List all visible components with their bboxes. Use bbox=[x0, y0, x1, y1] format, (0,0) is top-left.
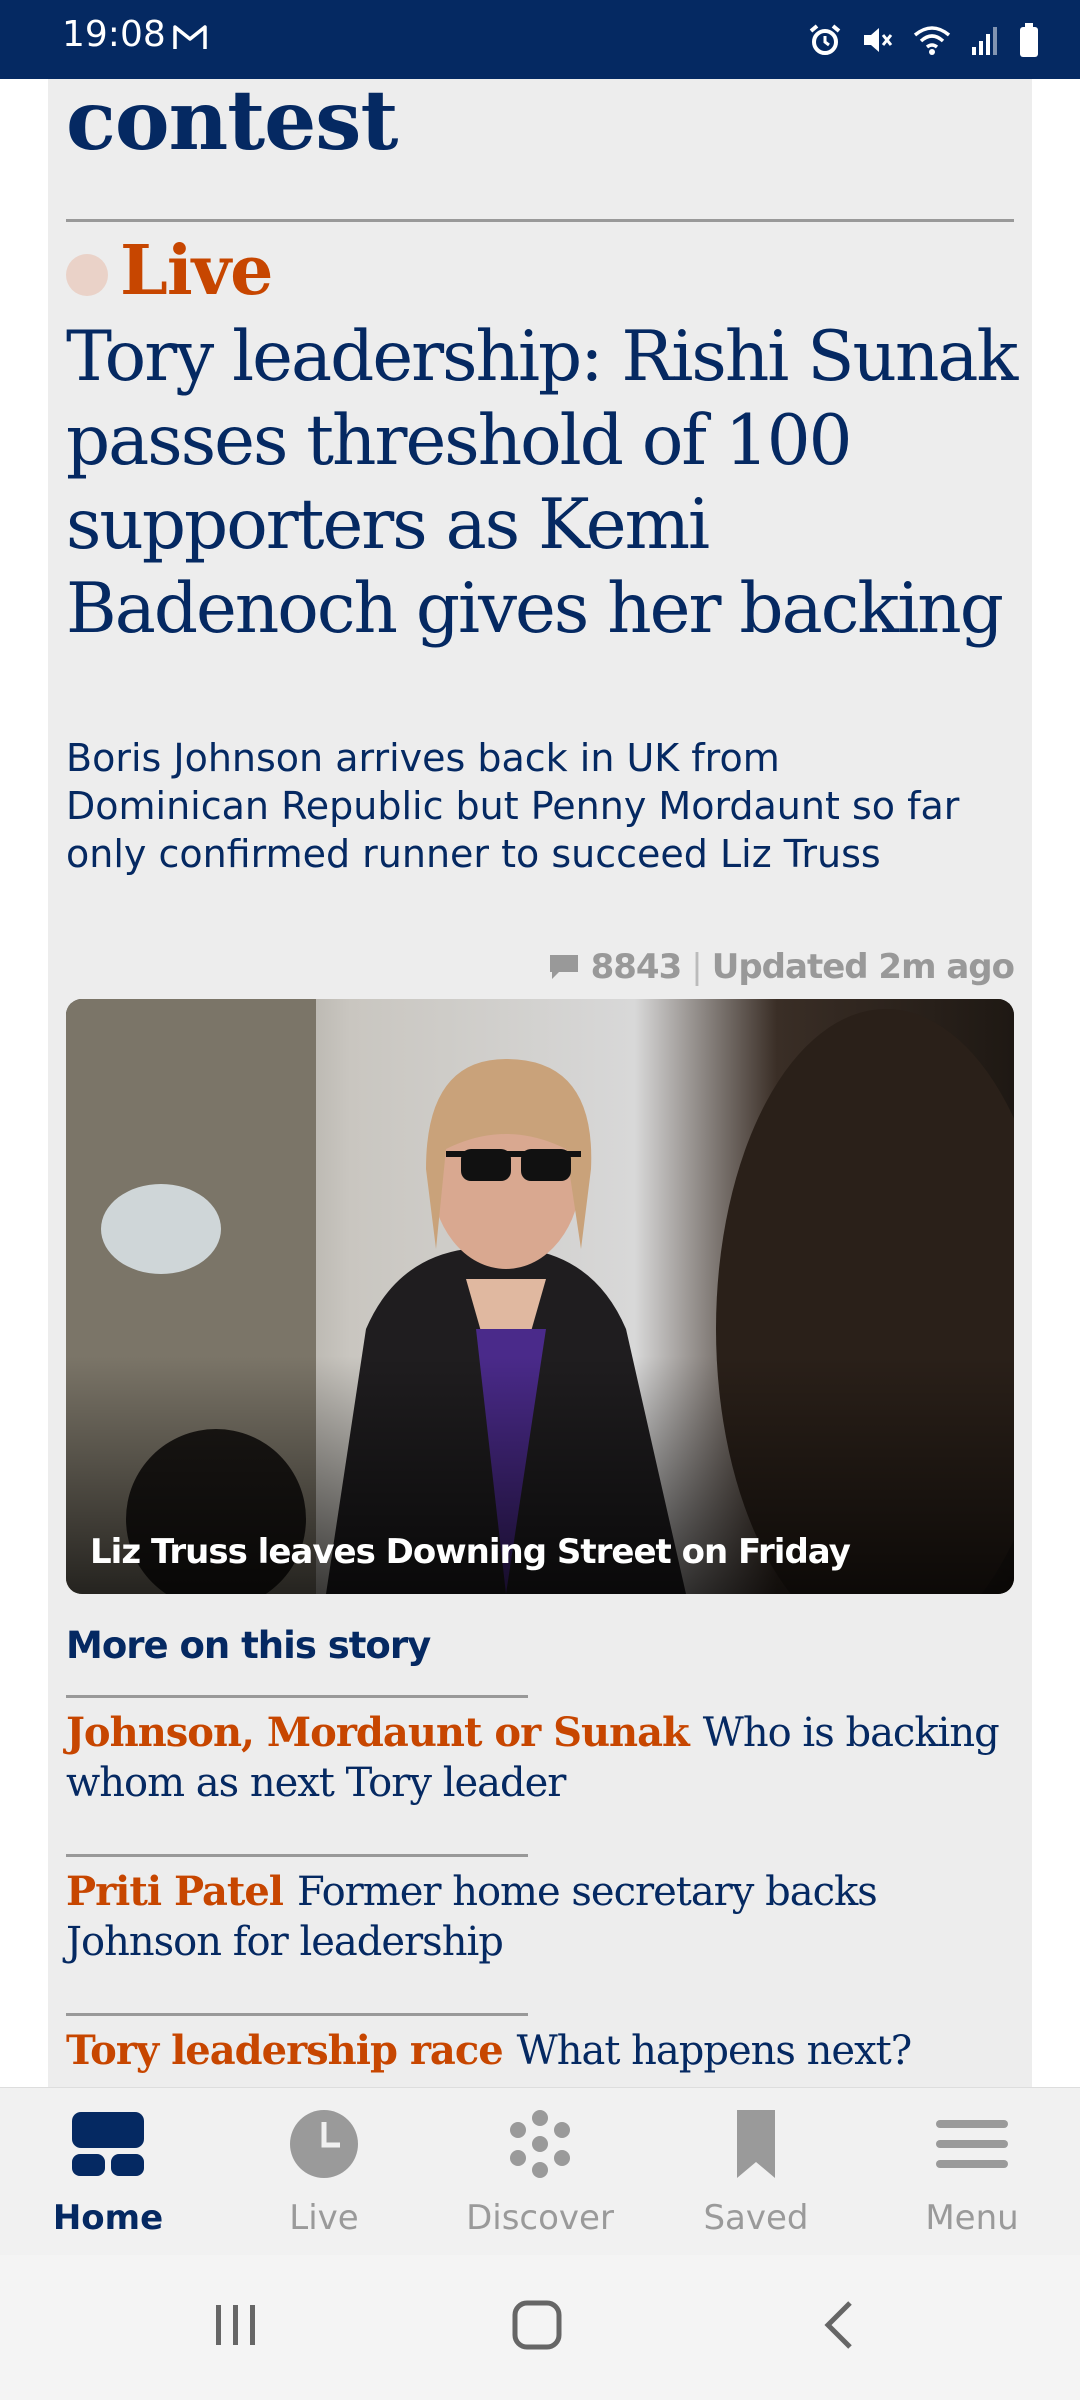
related-kicker: Johnson, Mordaunt or Sunak bbox=[66, 1709, 690, 1756]
clock-icon bbox=[290, 2110, 358, 2178]
nav-home-label: Home bbox=[52, 2198, 164, 2238]
related-story-item[interactable]: Johnson, Mordaunt or Sunak Who is backing… bbox=[66, 1695, 1016, 1808]
alarm-icon bbox=[809, 24, 841, 55]
article-headline[interactable]: Tory leadership: Rishi Sunak passes thre… bbox=[66, 315, 1032, 651]
article-meta: 8843 | Updated 2m ago bbox=[547, 947, 1015, 987]
comment-icon bbox=[549, 955, 578, 979]
discover-icon bbox=[510, 2110, 570, 2178]
status-time: 19:08 bbox=[62, 14, 166, 55]
system-nav-bar bbox=[0, 2255, 1080, 2400]
more-on-story-title: More on this story bbox=[66, 1624, 431, 1667]
previous-headline-fragment: contest bbox=[66, 79, 398, 169]
home-button-icon[interactable] bbox=[507, 2295, 567, 2355]
article-photo bbox=[66, 999, 1014, 1594]
wifi-icon bbox=[913, 26, 951, 55]
nav-live-label: Live bbox=[289, 2198, 359, 2238]
updated-time: Updated 2m ago bbox=[711, 947, 1015, 987]
mute-icon bbox=[864, 28, 893, 52]
menu-icon bbox=[936, 2120, 1008, 2168]
related-story-item[interactable]: Priti Patel Former home secretary backs J… bbox=[66, 1854, 1016, 1967]
status-icons bbox=[808, 18, 1040, 62]
status-bar: 19:08 bbox=[0, 0, 1080, 79]
article-standfirst: Boris Johnson arrives back in UK from Do… bbox=[66, 736, 960, 876]
signal-icon bbox=[972, 27, 997, 55]
image-caption: Liz Truss leaves Downing Street on Frida… bbox=[90, 1532, 851, 1572]
article-image[interactable]: Liz Truss leaves Downing Street on Frida… bbox=[66, 999, 1014, 1594]
related-divider bbox=[66, 1854, 528, 1857]
nav-saved-label: Saved bbox=[703, 2198, 809, 2238]
gmail-icon bbox=[173, 25, 207, 49]
related-divider bbox=[66, 1695, 528, 1698]
meta-separator: | bbox=[691, 947, 703, 987]
nav-menu-label: Menu bbox=[925, 2198, 1019, 2238]
article-card[interactable]: contest Live Tory leadership: Rishi Suna… bbox=[48, 79, 1032, 2087]
comment-count: 8843 bbox=[590, 947, 683, 987]
nav-menu[interactable]: Menu bbox=[864, 2088, 1080, 2256]
nav-discover-label: Discover bbox=[466, 2198, 614, 2238]
home-icon bbox=[72, 2112, 144, 2176]
bottom-nav: Home Live Discover Saved Menu bbox=[0, 2087, 1080, 2255]
bookmark-icon bbox=[737, 2110, 775, 2178]
divider bbox=[66, 219, 1014, 222]
nav-live[interactable]: Live bbox=[216, 2088, 432, 2256]
related-kicker: Priti Patel bbox=[66, 1868, 284, 1915]
back-icon[interactable] bbox=[810, 2295, 870, 2355]
battery-icon bbox=[1020, 23, 1038, 57]
related-kicker: Tory leadership race bbox=[66, 2027, 504, 2074]
related-title: What happens next? bbox=[516, 2028, 913, 2074]
nav-discover[interactable]: Discover bbox=[432, 2088, 648, 2256]
nav-home[interactable]: Home bbox=[0, 2088, 216, 2256]
related-divider bbox=[66, 2013, 528, 2016]
nav-saved[interactable]: Saved bbox=[648, 2088, 864, 2256]
related-story-item[interactable]: Tory leadership race What happens next? bbox=[66, 2013, 1016, 2076]
live-indicator-dot bbox=[66, 254, 108, 296]
live-label: Live bbox=[120, 231, 273, 311]
recent-apps-icon[interactable] bbox=[206, 2295, 266, 2355]
